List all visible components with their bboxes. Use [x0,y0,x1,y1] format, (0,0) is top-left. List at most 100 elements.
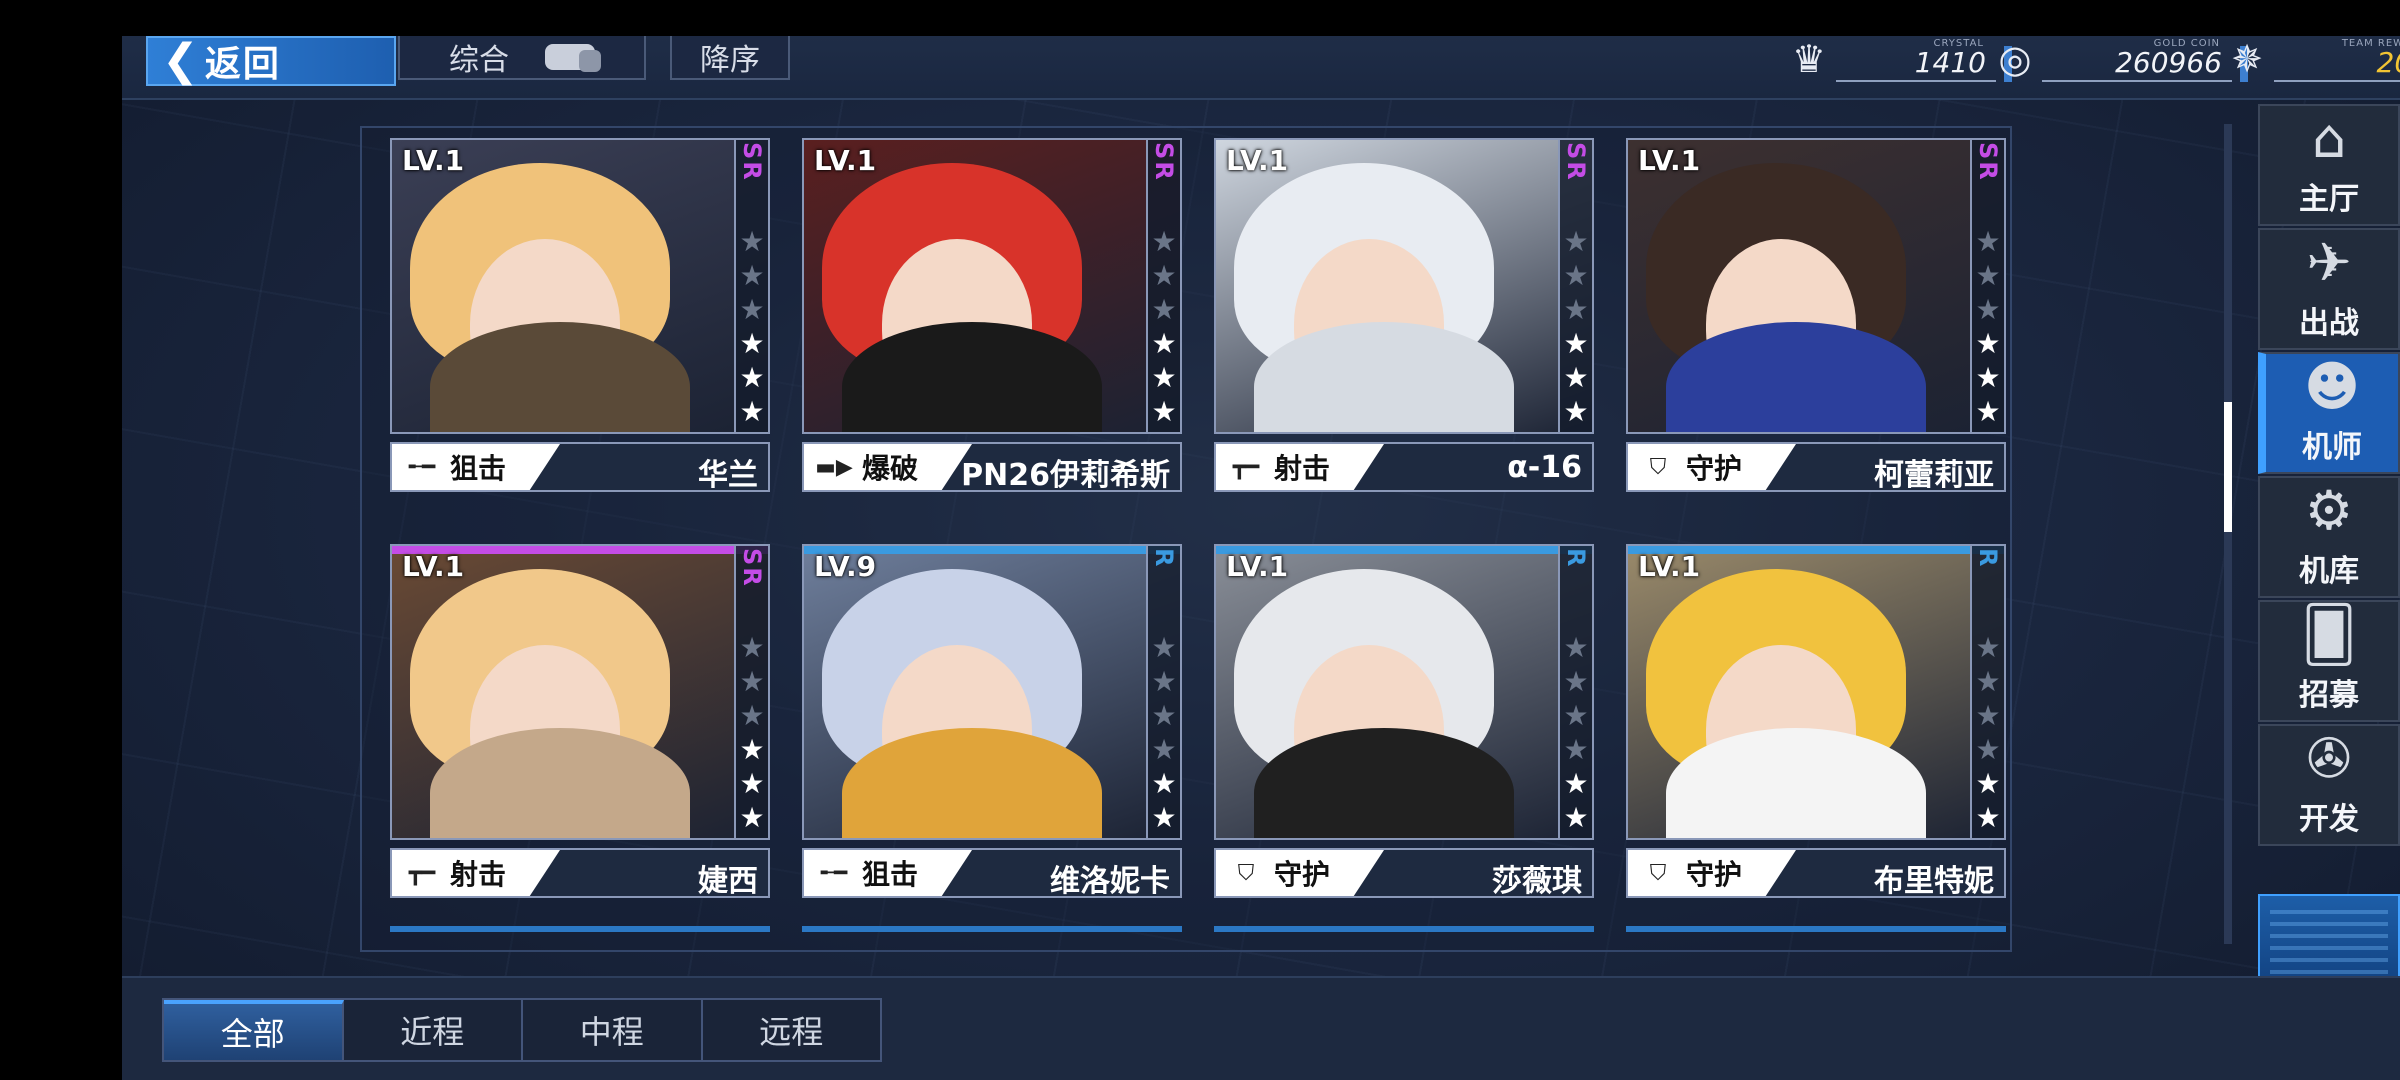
pilot-level: LV.1 [814,144,877,177]
star-icon: ★ [1563,767,1589,800]
side-navigation: ⌂ 主厅 ✈ 出战 ☻ 机师 ⚙ 机库 🂠 招募 ✇ 开发 [2258,104,2400,1010]
pilot-portrait: LV.1 SR ★ ★ ★ ★ ★ ★ [1626,138,2006,434]
nav-item[interactable]: ☻ 机师 [2258,352,2400,474]
range-tab[interactable]: 中程 [523,1000,703,1060]
star-icon: ★ [1563,631,1589,664]
role-label: 守护 [1686,452,1743,485]
pilot-level: LV.1 [402,550,465,583]
rarity-strip: SR ★ ★ ★ ★ ★ ★ [1970,140,2004,432]
develop-gear-icon: ✇ [2306,727,2352,790]
star-icon: ★ [739,225,765,258]
top-bar: ❮ 返回 综合 降序 ♛ CRYSTAL 1410 ◎ GOLD COIN 26… [122,36,2400,100]
pilot-info-bar: ╾━ 狙击 维洛妮卡 [802,848,1182,899]
pilot-name: 婕西 [698,864,758,899]
star-icon: ★ [1151,631,1177,664]
range-tab[interactable]: 近程 [344,1000,523,1060]
pilot-info-bar: ⛉ 守护 柯蕾莉亚 [1626,442,2006,493]
pilot-illustration [804,140,1180,432]
pilot-level: LV.1 [1226,144,1289,177]
role-tag: ⛉ 守护 [1628,444,1796,490]
star-icon: ★ [1975,801,2001,834]
card-grid-scrollbar[interactable] [2224,124,2232,944]
pilot-info-bar: ╾━ 狙击 华兰 [390,442,770,493]
back-chevron-icon: ❮ [162,36,199,86]
role-tag: ┳━ 射击 [392,850,560,896]
star-icon: ★ [1563,327,1589,360]
pilot-card[interactable]: LV.1 SR ★ ★ ★ ★ ★ ★ ⛉ 守护 柯蕾莉亚 [1626,138,2006,498]
star-icon: ★ [739,293,765,326]
star-icon: ★ [1151,225,1177,258]
next-row-card-edge [802,926,1182,932]
star-icon: ★ [1151,395,1177,428]
shield-icon: ⛉ [1649,860,1667,886]
role-label: 狙击 [450,452,507,485]
nav-label: 出战 [2299,306,2359,341]
filter-label: 综合 [449,43,509,78]
role-tag: ⛉ 守护 [1216,850,1384,896]
star-rating: ★ ★ ★ ★ ★ ★ [1975,632,2000,834]
nav-item[interactable]: 🂠 招募 [2258,600,2400,722]
pilot-card[interactable]: LV.1 SR ★ ★ ★ ★ ★ ★ ▬▶ 爆破 PN26伊莉希斯 [802,138,1182,498]
star-icon: ★ [1975,327,2001,360]
pilot-portrait: LV.1 R ★ ★ ★ ★ ★ ★ [1626,544,2006,840]
nav-item[interactable]: ✈ 出战 [2258,228,2400,350]
sort-order-button[interactable]: 降序 [670,36,790,80]
hangar-icon: ⚙ [2304,479,2354,542]
star-icon: ★ [1151,733,1177,766]
pilot-icon: ☻ [2303,355,2361,418]
star-icon: ★ [1975,225,2001,258]
star-icon: ★ [1563,259,1589,292]
nav-label: 机库 [2299,554,2359,589]
pilot-card[interactable]: LV.9 R ★ ★ ★ ★ ★ ★ ╾━ 狙击 维洛妮卡 [802,544,1182,904]
star-icon: ★ [1151,801,1177,834]
range-tab[interactable]: 全部 [164,1000,344,1060]
star-icon: ★ [1563,699,1589,732]
rarity-strip: SR ★ ★ ★ ★ ★ ★ [734,546,768,838]
star-icon: ★ [1563,733,1589,766]
star-rating: ★ ★ ★ ★ ★ ★ [1151,632,1176,834]
pilot-illustration [1216,140,1592,432]
pilot-card[interactable]: LV.1 R ★ ★ ★ ★ ★ ★ ⛉ 守护 莎薇琪 [1214,544,1594,904]
pilot-card[interactable]: LV.1 SR ★ ★ ★ ★ ★ ★ ╾━ 狙击 华兰 [390,138,770,498]
scrollbar-thumb[interactable] [2224,402,2232,532]
pilot-card[interactable]: LV.1 SR ★ ★ ★ ★ ★ ★ ┳━ 射击 α-16 [1214,138,1594,498]
pilot-card[interactable]: LV.1 R ★ ★ ★ ★ ★ ★ ⛉ 守护 布里特妮 [1626,544,2006,904]
pilot-info-bar: ┳━ 射击 α-16 [1214,442,1594,492]
pilot-name: PN26伊莉希斯 [961,458,1170,493]
pilot-illustration [1628,140,2004,432]
assault-rifle-icon: ┳━ [408,860,436,886]
nav-item[interactable]: ✇ 开发 [2258,724,2400,846]
pilot-portrait: LV.1 SR ★ ★ ★ ★ ★ ★ [802,138,1182,434]
range-tab[interactable]: 远程 [703,1000,881,1060]
shield-icon: ⛉ [1649,454,1667,480]
filter-toggle-button[interactable]: 综合 [398,36,646,80]
rarity-strip: SR ★ ★ ★ ★ ★ ★ [1146,140,1180,432]
pilot-card[interactable]: LV.1 SR ★ ★ ★ ★ ★ ★ ┳━ 射击 婕西 [390,544,770,904]
shield-icon: ⛉ [1237,860,1255,886]
role-label: 射击 [1274,452,1331,485]
nav-item[interactable]: ⌂ 主厅 [2258,104,2400,226]
recruit-card-icon: 🂠 [2301,603,2357,666]
rocket-launcher-icon: ▬▶ [815,454,853,480]
star-icon: ★ [1563,665,1589,698]
star-icon: ★ [1563,293,1589,326]
star-icon: ★ [1563,395,1589,428]
team-reward-icon: ✵ [2231,37,2263,81]
lobby-icon: ⌂ [2311,107,2347,170]
rarity-badge: SR [1974,142,2002,182]
role-label: 爆破 [862,452,919,485]
back-button[interactable]: ❮ 返回 [146,36,396,86]
pilot-name: 华兰 [698,458,758,493]
nav-item[interactable]: ⚙ 机库 [2258,476,2400,598]
role-label: 守护 [1274,858,1331,891]
star-icon: ★ [1151,327,1177,360]
pilot-illustration [1216,546,1592,838]
star-rating: ★ ★ ★ ★ ★ ★ [739,226,764,428]
pilot-level: LV.1 [1226,550,1289,583]
bottom-bar: 全部 近程 中程 远程 [122,976,2400,1080]
star-rating: ★ ★ ★ ★ ★ ★ [1563,632,1588,834]
star-icon: ★ [1975,699,2001,732]
rarity-badge: SR [1150,142,1178,182]
star-icon: ★ [739,665,765,698]
gold-coin-caption: GOLD COIN [2153,38,2220,49]
